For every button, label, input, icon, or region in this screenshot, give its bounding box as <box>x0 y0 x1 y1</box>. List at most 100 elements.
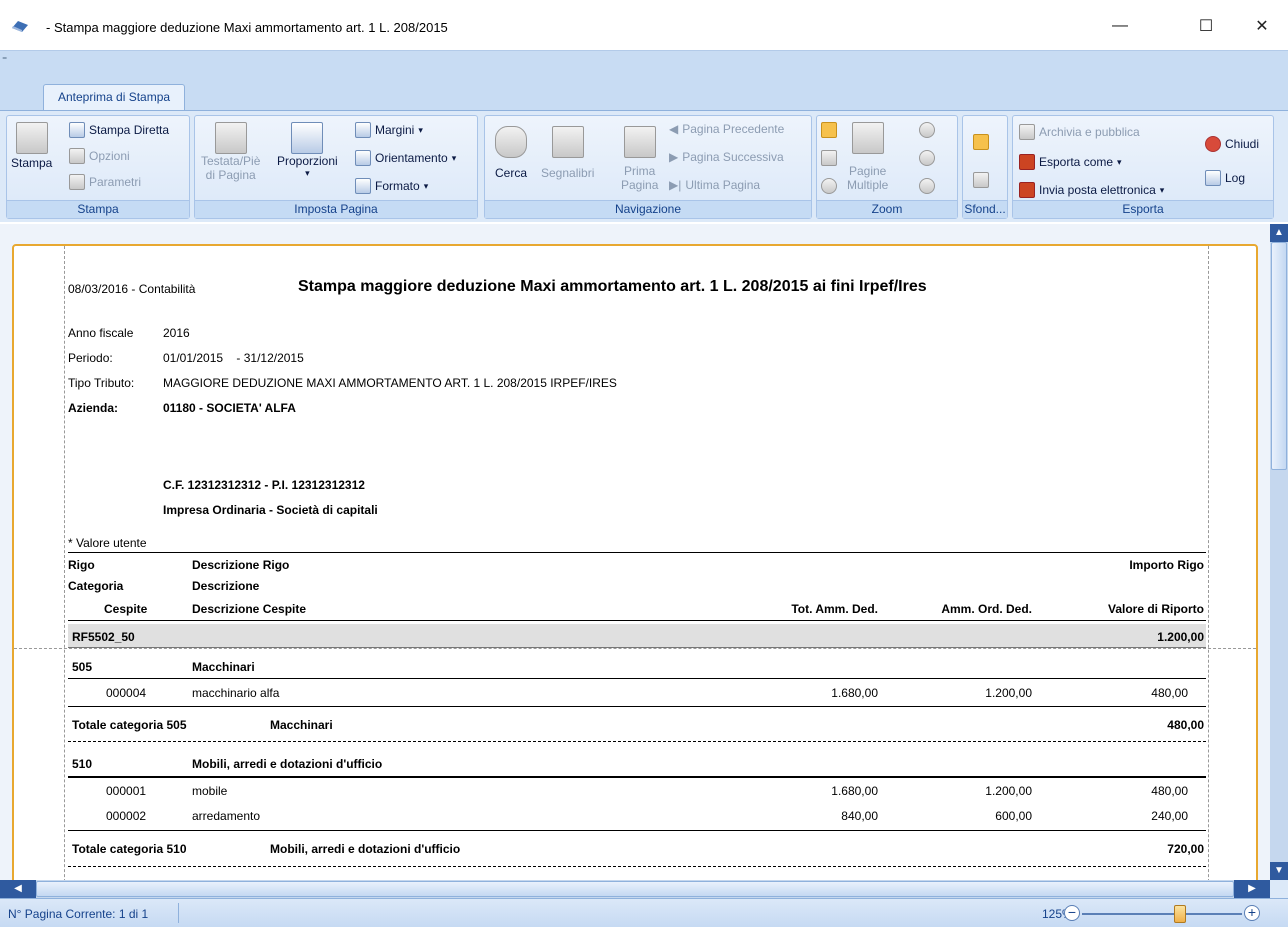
chevron-down-icon: ▾ <box>451 152 457 163</box>
dashed-divider <box>68 866 1206 867</box>
first-page-icon <box>623 126 656 158</box>
divider <box>68 678 1206 679</box>
col-header-importo-rigo: Importo Rigo <box>1129 558 1204 572</box>
print-button[interactable]: Stampa <box>11 122 52 170</box>
margins-button[interactable]: Margini ▾ <box>355 122 423 138</box>
last-page-button[interactable]: ▶| Ultima Pagina <box>669 178 760 192</box>
scroll-right-icon[interactable]: ▶ <box>1234 880 1270 898</box>
orientation-button[interactable]: Orientamento ▾ <box>355 150 456 166</box>
group-stampa: Stampa Stampa Diretta Opzioni Parametri … <box>6 115 190 219</box>
maximize-button[interactable]: ☐ <box>1186 12 1226 40</box>
asset-desc: macchinario alfa <box>192 686 280 700</box>
chevron-down-icon: ▾ <box>418 124 423 135</box>
zoom-slider-track[interactable] <box>1082 913 1242 915</box>
zoom-minus-icon[interactable]: − <box>1064 905 1080 921</box>
pdf-email-icon <box>1019 182 1035 198</box>
app-icon <box>10 19 30 33</box>
zoom-tool-icon[interactable] <box>821 178 837 194</box>
scroll-down-icon[interactable]: ▼ <box>1270 862 1288 880</box>
category-total: 720,00 <box>1167 842 1204 856</box>
report-date: 08/03/2016 - Contabilità <box>68 282 196 296</box>
zoom-plus-icon[interactable]: + <box>1244 905 1260 921</box>
band-guide <box>14 648 1256 649</box>
options-button[interactable]: Opzioni <box>69 148 130 164</box>
multiple-pages-button[interactable]: Pagine Multiple <box>847 122 888 192</box>
asset-id: 000002 <box>106 809 147 823</box>
parameters-button[interactable]: Parametri <box>69 174 141 190</box>
category-code: 505 <box>72 660 93 674</box>
tab-anteprima-di-stampa[interactable]: Anteprima di Stampa <box>43 84 186 111</box>
chevron-down-icon: ▾ <box>305 168 310 178</box>
vertical-scroll-thumb[interactable] <box>1271 242 1287 470</box>
group-label-zoom: Zoom <box>817 200 957 218</box>
zoom-icon[interactable] <box>919 150 935 166</box>
asset-tot-amm: 840,00 <box>841 809 878 823</box>
col-header-descrizione: Descrizione <box>192 579 260 593</box>
search-button[interactable]: Cerca <box>495 126 527 180</box>
scroll-left-icon[interactable]: ◀ <box>0 880 36 898</box>
multiple-pages-icon <box>851 122 884 154</box>
title-bar: - Stampa maggiore deduzione Maxi ammorta… <box>0 0 1288 50</box>
log-icon <box>1205 170 1221 186</box>
bookmarks-button[interactable]: Segnalibri <box>541 126 594 180</box>
direct-print-button[interactable]: Stampa Diretta <box>69 122 169 138</box>
pointer-icon[interactable] <box>821 122 837 138</box>
first-page-button[interactable]: Prima Pagina <box>621 126 658 192</box>
col-header-tot-amm: Tot. Amm. Ded. <box>791 602 878 616</box>
asset-id: 000001 <box>106 784 147 798</box>
current-page-status: N° Pagina Corrente: 1 di 1 <box>8 907 149 921</box>
company-type: Impresa Ordinaria - Società di capitali <box>163 503 378 517</box>
preview-area[interactable]: 08/03/2016 - Contabilità Stampa maggiore… <box>0 224 1270 904</box>
close-icon <box>1205 136 1221 152</box>
fill-color-icon[interactable] <box>973 134 989 150</box>
binoculars-icon <box>495 126 527 158</box>
zoom-out-icon[interactable] <box>919 122 935 138</box>
asset-valore: 480,00 <box>1151 686 1188 700</box>
asset-desc: arredamento <box>192 809 261 823</box>
col-header-amm-ord: Amm. Ord. Ded. <box>941 602 1032 616</box>
minimize-button[interactable]: — <box>1100 12 1140 40</box>
log-button[interactable]: Log <box>1205 170 1245 186</box>
margin-guide-left <box>64 246 65 902</box>
group-label-sfondo: Sfond... <box>963 200 1007 218</box>
horizontal-scrollbar[interactable]: ◀ ▶ <box>0 880 1270 898</box>
format-button[interactable]: Formato ▾ <box>355 178 428 194</box>
col-header-categoria: Categoria <box>68 579 124 593</box>
zoom-in-icon[interactable] <box>919 178 935 194</box>
col-header-cespite: Cespite <box>104 602 148 616</box>
close-preview-button[interactable]: Chiudi <box>1205 136 1259 152</box>
category-total-name: Mobili, arredi e dotazioni d'ufficio <box>270 842 461 856</box>
horizontal-scroll-thumb[interactable] <box>36 881 1234 897</box>
archive-publish-button[interactable]: Archivia e pubblica <box>1019 124 1140 140</box>
close-window-button[interactable]: ✕ <box>1242 12 1282 40</box>
zoom-slider-thumb[interactable] <box>1174 905 1186 923</box>
field-value: 2016 <box>163 326 190 340</box>
customize-qat-icon[interactable]: ⁼ <box>2 55 7 66</box>
status-separator <box>178 903 179 923</box>
group-label-stampa: Stampa <box>7 200 189 218</box>
previous-page-button[interactable]: ◀ Pagina Precedente <box>669 122 784 136</box>
rigo-amount: 1.200,00 <box>1157 630 1204 644</box>
col-header-valore-riporto: Valore di Riporto <box>1107 602 1204 616</box>
direct-print-icon <box>69 122 85 138</box>
vertical-scrollbar[interactable]: ▲ ▼ <box>1270 224 1288 880</box>
scroll-up-icon[interactable]: ▲ <box>1270 224 1288 242</box>
send-email-button[interactable]: Invia posta elettronica ▾ <box>1019 182 1164 198</box>
printer-icon <box>15 122 48 154</box>
category-total: 480,00 <box>1167 718 1204 732</box>
field-value: MAGGIORE DEDUZIONE MAXI AMMORTAMENTO ART… <box>163 376 617 390</box>
group-label-esporta: Esporta <box>1013 200 1273 218</box>
asset-tot-amm: 1.680,00 <box>831 686 878 700</box>
proportions-button[interactable]: Proporzioni ▾ <box>277 122 338 179</box>
group-imposta-pagina: Testata/Piè di Pagina Proporzioni ▾ Marg… <box>194 115 478 219</box>
export-as-button[interactable]: Esporta come ▾ <box>1019 154 1122 170</box>
hand-icon[interactable] <box>821 150 837 166</box>
header-footer-button[interactable]: Testata/Piè di Pagina <box>201 122 260 182</box>
rigo-code: RF5502_50 <box>72 630 135 644</box>
asset-tot-amm: 1.680,00 <box>831 784 878 798</box>
watermark-icon[interactable] <box>973 172 989 188</box>
report-title: Stampa maggiore deduzione Maxi ammortame… <box>298 278 927 295</box>
next-page-button[interactable]: ▶ Pagina Successiva <box>669 150 784 164</box>
dashed-divider <box>68 741 1206 742</box>
field-label: Azienda: <box>68 401 119 415</box>
